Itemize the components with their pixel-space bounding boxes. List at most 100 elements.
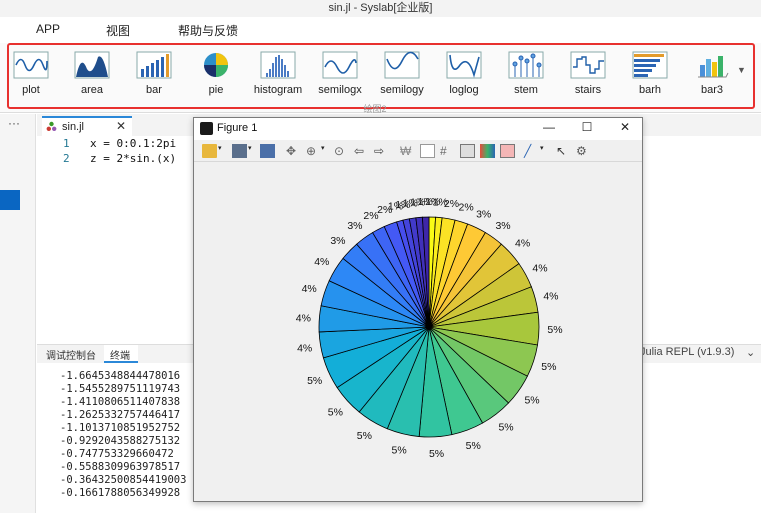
stairs-icon bbox=[570, 51, 606, 79]
menu-help[interactable]: 帮助与反馈 bbox=[178, 22, 238, 39]
side-panel-tab[interactable] bbox=[0, 190, 20, 210]
plot-icon bbox=[13, 51, 49, 79]
chevron-down-icon[interactable]: ▾ bbox=[321, 144, 329, 158]
window-title: sin.jl - Syslab[企业版] bbox=[0, 0, 761, 17]
pie-label: 5% bbox=[429, 448, 444, 460]
grid-icon[interactable]: # bbox=[440, 144, 455, 158]
line-icon[interactable]: ╱ bbox=[524, 144, 539, 158]
pie-label: 1% bbox=[418, 196, 433, 208]
tab-terminal[interactable]: 终端 bbox=[110, 347, 130, 362]
pie-label: 2% bbox=[459, 202, 474, 214]
pie-chart: 1%1%2% 2%3%3%4%4%4%5%5%5%5%5%5%5%5%5%5%4%… bbox=[296, 196, 563, 460]
pie-label: 3% bbox=[330, 235, 345, 247]
pie-label: 4% bbox=[532, 262, 547, 274]
ribbon-bar-button[interactable]: bar bbox=[123, 47, 185, 102]
pie-label: 5% bbox=[541, 361, 556, 373]
axes-icon[interactable] bbox=[500, 144, 515, 158]
pie-label: 4% bbox=[296, 313, 311, 325]
ribbon-loglog-button[interactable]: loglog bbox=[433, 47, 495, 102]
code-line: x = 0:0.1:2pi bbox=[90, 137, 177, 150]
pie-label: 4% bbox=[314, 256, 329, 268]
loglog-icon bbox=[446, 51, 482, 79]
chevron-down-icon[interactable]: ▾ bbox=[540, 144, 548, 158]
area-icon bbox=[74, 51, 110, 79]
line-number: 1 bbox=[63, 137, 70, 150]
tab-label: sin.jl bbox=[62, 121, 85, 133]
ribbon-stem-button[interactable]: stem bbox=[495, 47, 557, 102]
maximize-icon[interactable]: ☐ bbox=[578, 120, 596, 136]
ribbon-semilogx-button[interactable]: semilogx bbox=[309, 47, 371, 102]
pie-label: 5% bbox=[466, 440, 481, 452]
terminal-line: -1.4110806511407838 bbox=[60, 396, 181, 408]
terminal-line: -1.1013710851952752 bbox=[60, 422, 181, 434]
barh-icon bbox=[632, 51, 668, 79]
more-icon[interactable]: ··· bbox=[8, 116, 20, 130]
ribbon-plot-button[interactable]: plot bbox=[0, 47, 62, 102]
ribbon-stairs-button[interactable]: stairs bbox=[557, 47, 619, 102]
chevron-down-icon[interactable]: ▾ bbox=[218, 144, 226, 158]
figure-window: Figure 1 — ☐ ✕ ▾ ▾ ✥ ⊕ ▾ ⊙ ⇦ ⇨ ₩ # ╱ ▾ ↖… bbox=[193, 117, 643, 502]
zoom-icon[interactable]: ⊕ bbox=[306, 144, 321, 158]
ribbon-expand-icon[interactable]: ▼ bbox=[737, 65, 749, 77]
pie-label: 3% bbox=[347, 220, 362, 232]
open-folder-icon[interactable] bbox=[202, 144, 217, 158]
pie-label: 5% bbox=[357, 430, 372, 442]
julia-file-icon bbox=[46, 121, 57, 131]
bar-icon bbox=[136, 51, 172, 79]
zoom-fit-icon[interactable]: ⊙ bbox=[334, 144, 349, 158]
ribbon-area-button[interactable]: area bbox=[61, 47, 123, 102]
terminal-line: -1.5455289751119743 bbox=[60, 383, 181, 395]
figure-title: Figure 1 bbox=[217, 122, 258, 134]
forward-icon[interactable]: ⇨ bbox=[374, 144, 389, 158]
back-icon[interactable]: ⇦ bbox=[354, 144, 369, 158]
terminal-line: -0.36432500854419003 bbox=[60, 474, 187, 486]
menu-view[interactable]: 视图 bbox=[106, 22, 130, 39]
ribbon-semilogy-button[interactable]: semilogy bbox=[371, 47, 433, 102]
pie-icon bbox=[204, 53, 228, 77]
repl-select[interactable]: Julia REPL (v1.9.3) ⌄ bbox=[640, 346, 758, 361]
pie-label: 5% bbox=[307, 375, 322, 387]
pie-label: 4% bbox=[297, 343, 312, 355]
minimize-icon[interactable]: — bbox=[540, 120, 558, 136]
line-number: 2 bbox=[63, 152, 70, 165]
semilogy-icon bbox=[384, 51, 420, 79]
close-icon[interactable]: ✕ bbox=[116, 119, 126, 133]
tab-debug-console[interactable]: 调试控制台 bbox=[46, 347, 96, 362]
colorbar-icon[interactable] bbox=[480, 144, 495, 158]
property-icon[interactable] bbox=[460, 144, 475, 158]
menu-app[interactable]: APP bbox=[36, 22, 60, 36]
code-line: z = 2*sin.(x) bbox=[90, 152, 177, 165]
pie-label: 5% bbox=[524, 395, 539, 407]
pie-label: 5% bbox=[498, 422, 513, 434]
chevron-down-icon: ⌄ bbox=[746, 347, 756, 359]
bar3-icon bbox=[698, 56, 729, 78]
close-icon[interactable]: ✕ bbox=[616, 120, 634, 136]
terminal-line: -0.5588309963978517 bbox=[60, 461, 181, 473]
settings-gear-icon[interactable]: ⚙ bbox=[576, 144, 591, 158]
pointer-icon[interactable]: ↖ bbox=[556, 144, 571, 158]
pan-icon[interactable]: ✥ bbox=[286, 144, 301, 158]
pie-label: 5% bbox=[328, 406, 343, 418]
figure-title-bar[interactable]: Figure 1 — ☐ ✕ bbox=[194, 118, 642, 140]
ribbon-pie-button[interactable]: pie bbox=[185, 47, 247, 102]
print-icon[interactable] bbox=[260, 144, 275, 158]
insert-legend-icon[interactable] bbox=[420, 144, 435, 158]
terminal-line: -1.6645348844478016 bbox=[60, 370, 181, 382]
pie-label: 2% bbox=[444, 198, 459, 210]
pie-label: 5% bbox=[392, 444, 407, 456]
save-icon[interactable] bbox=[232, 144, 247, 158]
chevron-down-icon[interactable]: ▾ bbox=[248, 144, 256, 158]
ribbon-bar3-button[interactable]: bar3 bbox=[681, 47, 743, 102]
terminal-line: -0.1661788056349928 bbox=[60, 487, 181, 499]
data-cursor-icon[interactable]: ₩ bbox=[400, 144, 415, 158]
activity-bar bbox=[0, 114, 36, 513]
figure-toolbar: ▾ ▾ ✥ ⊕ ▾ ⊙ ⇦ ⇨ ₩ # ╱ ▾ ↖ ⚙ bbox=[194, 140, 642, 162]
ribbon-barh-button[interactable]: barh bbox=[619, 47, 681, 102]
stem-icon bbox=[508, 51, 544, 79]
tab-sin-jl[interactable]: sin.jl ✕ bbox=[42, 116, 132, 136]
terminal-line: -1.2625332757446417 bbox=[60, 409, 181, 421]
ribbon-histogram-button[interactable]: histogram bbox=[247, 47, 309, 102]
pie-label: 4% bbox=[302, 283, 317, 295]
histogram-icon bbox=[260, 51, 296, 79]
semilogx-icon bbox=[322, 51, 358, 79]
